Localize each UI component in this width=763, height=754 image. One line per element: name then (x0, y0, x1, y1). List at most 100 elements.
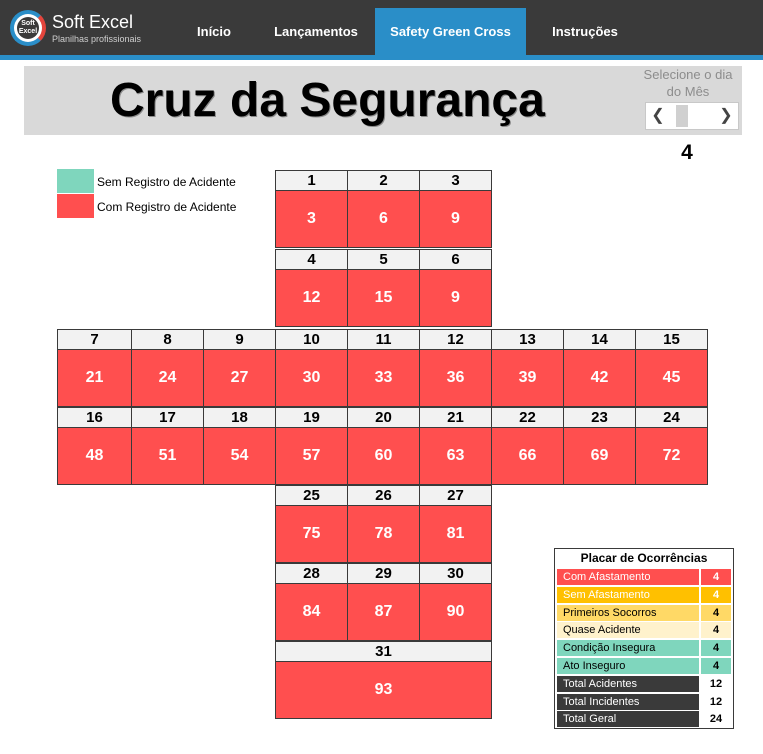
day-number: 25 (275, 485, 347, 506)
day-value: 39 (491, 350, 563, 407)
day-cell-17[interactable]: 17 51 (131, 407, 204, 485)
day-value: 66 (491, 428, 563, 485)
day-cell-20[interactable]: 20 60 (347, 407, 420, 485)
nav-inicio[interactable]: Início (180, 8, 248, 55)
scoreboard-row-value: 4 (701, 640, 731, 657)
scroll-right-icon[interactable]: ❯ (714, 103, 738, 129)
day-number: 30 (419, 563, 491, 584)
day-cell-6[interactable]: 69 (419, 249, 492, 327)
day-cell-27[interactable]: 27 81 (419, 485, 492, 563)
scroll-left-icon[interactable]: ❮ (646, 103, 670, 129)
scoreboard-row-value: 4 (701, 622, 731, 639)
day-number: 18 (203, 407, 275, 428)
day-value: 81 (419, 506, 491, 563)
day-number: 28 (275, 563, 347, 584)
page-title: Cruz da Segurança (110, 74, 545, 127)
day-value: 60 (347, 428, 419, 485)
day-cell-26[interactable]: 26 78 (347, 485, 420, 563)
day-cell-12[interactable]: 12 36 (419, 329, 492, 407)
day-number: 7 (57, 329, 131, 350)
day-value: 24 (131, 350, 203, 407)
brand-subtitle: Planilhas profissionais (52, 34, 142, 44)
legend-swatch-accident (57, 194, 94, 218)
day-cell-16[interactable]: 16 48 (57, 407, 132, 485)
scoreboard-row: Condição Insegura 4 (557, 640, 731, 657)
scoreboard-row: Quase Acidente 4 (557, 622, 731, 639)
scoreboard-row-value: 12 (701, 693, 731, 710)
scoreboard-row-value: 24 (701, 711, 731, 728)
scoreboard-row-label: Com Afastamento (557, 569, 699, 585)
day-value: 78 (347, 506, 419, 563)
day-cell-7[interactable]: 7 21 (57, 329, 132, 407)
day-number: 29 (347, 563, 419, 584)
scoreboard-row-value: 4 (701, 586, 731, 603)
day-number: 11 (347, 329, 419, 350)
day-cell-2[interactable]: 26 (347, 170, 420, 248)
day-value: 75 (275, 506, 347, 563)
day-number: 9 (203, 329, 275, 350)
day-cell-8[interactable]: 8 24 (131, 329, 204, 407)
day-value: 87 (347, 584, 419, 641)
day-cell-23[interactable]: 23 69 (563, 407, 636, 485)
day-number: 22 (491, 407, 563, 428)
day-cell-25[interactable]: 25 75 (275, 485, 348, 563)
day-cell-11[interactable]: 11 33 (347, 329, 420, 407)
day-number: 6 (419, 249, 491, 270)
day-cell-31[interactable]: 31 93 (275, 641, 492, 719)
scoreboard-row-label: Total Acidentes (557, 675, 699, 692)
day-number: 4 (275, 249, 347, 270)
scoreboard-row-value: 12 (701, 675, 731, 692)
day-number: 12 (419, 329, 491, 350)
scoreboard-title: Placar de Ocorrências (580, 551, 708, 565)
day-number: 8 (131, 329, 203, 350)
day-value: 72 (635, 428, 707, 485)
day-number: 27 (419, 485, 491, 506)
selected-day-value: 4 (681, 141, 693, 164)
day-value: 51 (131, 428, 203, 485)
scoreboard-row: Total Acidentes 12 (557, 675, 731, 692)
day-number: 14 (563, 329, 635, 350)
nav-lancamentos[interactable]: Lançamentos (266, 8, 366, 55)
day-cell-22[interactable]: 22 66 (491, 407, 564, 485)
day-value: 45 (635, 350, 707, 407)
day-value: 9 (419, 270, 491, 327)
day-cell-15[interactable]: 15 45 (635, 329, 708, 407)
scoreboard-row-label: Primeiros Socorros (557, 604, 699, 621)
day-value: 36 (419, 350, 491, 407)
day-cell-21[interactable]: 21 63 (419, 407, 492, 485)
nav-safety-green-cross[interactable]: Safety Green Cross (375, 8, 526, 55)
day-cell-18[interactable]: 18 54 (203, 407, 276, 485)
day-cell-14[interactable]: 14 42 (563, 329, 636, 407)
day-number: 15 (635, 329, 707, 350)
day-scrollbar[interactable]: ❮ ❯ (645, 102, 739, 130)
day-value: 9 (419, 191, 491, 248)
day-cell-19[interactable]: 19 57 (275, 407, 348, 485)
day-number: 3 (419, 170, 491, 191)
scoreboard-row-label: Total Geral (557, 711, 699, 728)
day-cell-29[interactable]: 29 87 (347, 563, 420, 641)
day-cell-13[interactable]: 13 39 (491, 329, 564, 407)
nav-accent-strip (0, 55, 763, 60)
day-value: 90 (419, 584, 491, 641)
day-cell-24[interactable]: 24 72 (635, 407, 708, 485)
day-cell-30[interactable]: 30 90 (419, 563, 492, 641)
scoreboard-row-label: Quase Acidente (557, 622, 699, 639)
day-cell-4[interactable]: 4 12 (275, 249, 348, 327)
scoreboard-row-value: 4 (701, 604, 731, 621)
day-value: 27 (203, 350, 275, 407)
brand-logo-mark: Soft Excel (17, 17, 39, 39)
day-number: 20 (347, 407, 419, 428)
day-value: 33 (347, 350, 419, 407)
day-cell-1[interactable]: 13 (275, 170, 348, 248)
day-cell-3[interactable]: 39 (419, 170, 492, 248)
day-value: 12 (275, 270, 347, 327)
day-cell-9[interactable]: 9 27 (203, 329, 276, 407)
day-cell-10[interactable]: 10 30 (275, 329, 348, 407)
brand-name: Soft Excel (52, 12, 134, 32)
scroll-thumb[interactable] (676, 105, 688, 127)
day-cell-5[interactable]: 5 15 (347, 249, 420, 327)
scoreboard-row: Total Incidentes 12 (557, 693, 731, 710)
scoreboard-row-value: 4 (701, 569, 731, 585)
nav-instrucoes[interactable]: Instruções (540, 8, 630, 55)
day-cell-28[interactable]: 28 84 (275, 563, 348, 641)
